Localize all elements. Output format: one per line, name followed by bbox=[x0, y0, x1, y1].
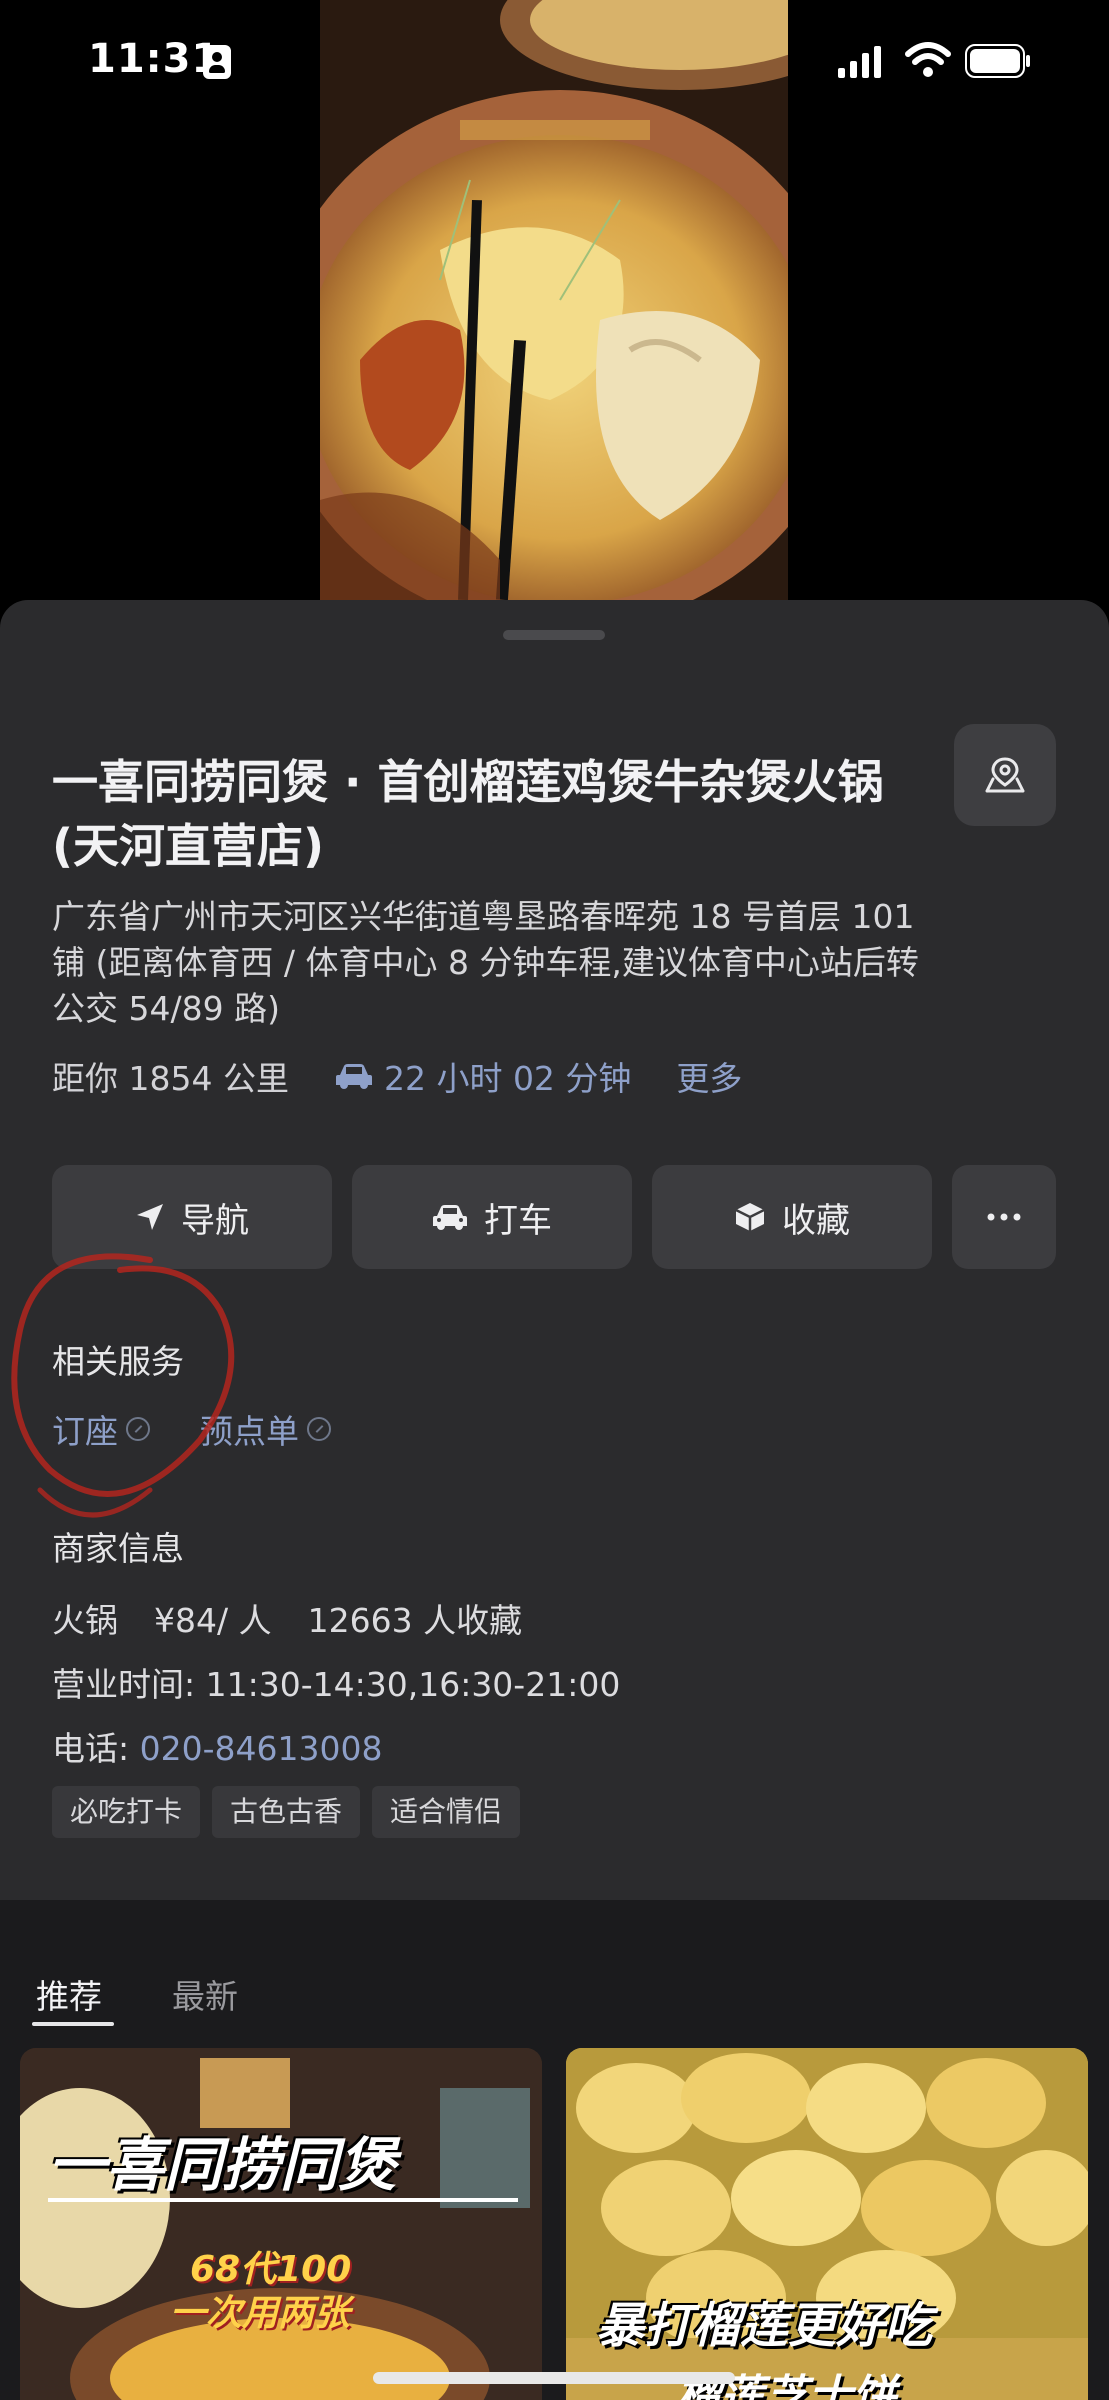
taxi-icon bbox=[433, 1205, 467, 1230]
headline-underline bbox=[48, 2198, 518, 2202]
feed-card[interactable]: 暴打榴莲更好吃 榴莲芝士饼 bbox=[566, 2048, 1088, 2400]
phone-label: 电话: bbox=[52, 1729, 140, 1768]
store-address: 广东省广州市天河区兴华街道粤垦路春晖苑 18 号首层 101 铺 (距离体育西 … bbox=[52, 897, 919, 1028]
navigate-label: 导航 bbox=[181, 1200, 249, 1241]
feed-card-thumbnail bbox=[20, 2048, 542, 2400]
active-tab-indicator bbox=[32, 2022, 114, 2026]
favorites-count: 12663 人收藏 bbox=[307, 1601, 523, 1640]
category-text: 火锅 bbox=[52, 1601, 118, 1640]
taxi-label: 打车 bbox=[484, 1200, 552, 1241]
store-title: 一喜同捞同煲 · 首创榴莲鸡煲牛杂煲火锅 (天河直营店) bbox=[52, 755, 884, 873]
business-hours: 营业时间: 11:30-14:30,16:30-21:00 bbox=[52, 1665, 621, 1704]
distance-row: 距你 1854 公里 22 小时 02 分钟 更多 bbox=[52, 1052, 742, 1100]
favorite-label: 收藏 bbox=[782, 1200, 850, 1241]
contact-card-icon bbox=[203, 45, 231, 79]
tab-recommended[interactable]: 推荐 bbox=[36, 1970, 102, 2018]
feed-card[interactable]: 一喜同捞同煲 68代100 一次用两张 bbox=[20, 2048, 542, 2400]
phone-number-link[interactable]: 020-84613008 bbox=[140, 1729, 383, 1768]
wifi-icon bbox=[905, 42, 951, 77]
distance-text: 距你 1854 公里 bbox=[52, 1059, 289, 1098]
merchant-info-heading: 商家信息 bbox=[52, 1529, 184, 1568]
tag-chip[interactable]: 必吃打卡 bbox=[52, 1786, 201, 1838]
action-row: 导航 打车 收藏 bbox=[52, 1165, 1056, 1269]
service-reserve-seat[interactable]: 订座 bbox=[52, 1405, 150, 1453]
feed-tabs: 推荐 最新 bbox=[0, 1900, 1109, 2026]
related-services-list: 订座 预点单 bbox=[52, 1405, 381, 1453]
map-pin-icon bbox=[985, 757, 1025, 793]
card-headline: 暴打榴莲更好吃 bbox=[596, 2298, 933, 2354]
content-feed: 推荐 最新 一喜同捞同煲 68代100 一次用两张 暴打榴莲更好吃 榴莲芝士饼 bbox=[0, 1900, 1109, 2400]
map-location-button[interactable] bbox=[954, 724, 1056, 826]
favorite-icon bbox=[735, 1203, 765, 1231]
navigate-icon bbox=[137, 1204, 163, 1230]
status-time: 11:31 bbox=[88, 36, 221, 82]
related-services-heading: 相关服务 bbox=[52, 1342, 184, 1381]
status-bar: 11:31 bbox=[0, 0, 1109, 130]
battery-icon bbox=[965, 44, 1030, 78]
service-preorder[interactable]: 预点单 bbox=[200, 1405, 331, 1453]
favorite-button[interactable]: 收藏 bbox=[652, 1165, 932, 1269]
more-icon bbox=[987, 1213, 1021, 1221]
drive-time[interactable]: 22 小时 02 分钟 bbox=[384, 1052, 631, 1100]
home-indicator bbox=[373, 2372, 735, 2384]
store-detail-sheet: 一喜同捞同煲 · 首创榴莲鸡煲牛杂煲火锅 (天河直营店) 广东省广州市天河区兴华… bbox=[0, 600, 1109, 1900]
tag-chip[interactable]: 古色古香 bbox=[212, 1786, 361, 1838]
price-text: ¥84/ 人 bbox=[154, 1601, 272, 1640]
drag-handle[interactable] bbox=[503, 630, 605, 640]
phone-row: 电话: 020-84613008 bbox=[52, 1722, 382, 1770]
tab-latest[interactable]: 最新 bbox=[172, 1970, 238, 2018]
car-icon bbox=[335, 1064, 372, 1089]
service-label: 预点单 bbox=[200, 1412, 299, 1451]
card-headline: 一喜同捞同煲 bbox=[48, 2131, 397, 2199]
taxi-button[interactable]: 打车 bbox=[352, 1165, 632, 1269]
mini-program-icon bbox=[126, 1417, 150, 1441]
feature-tags: 必吃打卡 古色古香 适合情侣 bbox=[52, 1786, 532, 1838]
service-label: 订座 bbox=[52, 1412, 118, 1451]
mini-program-icon bbox=[307, 1417, 331, 1441]
more-link[interactable]: 更多 bbox=[676, 1052, 742, 1100]
more-actions-button[interactable] bbox=[952, 1165, 1056, 1269]
card-promo-line2: 一次用两张 bbox=[170, 2293, 351, 2334]
tag-chip[interactable]: 适合情侣 bbox=[372, 1786, 521, 1838]
cellular-signal-icon bbox=[838, 46, 881, 78]
merchant-summary: 火锅 ¥84/ 人 12663 人收藏 bbox=[52, 1594, 522, 1642]
navigate-button[interactable]: 导航 bbox=[52, 1165, 332, 1269]
